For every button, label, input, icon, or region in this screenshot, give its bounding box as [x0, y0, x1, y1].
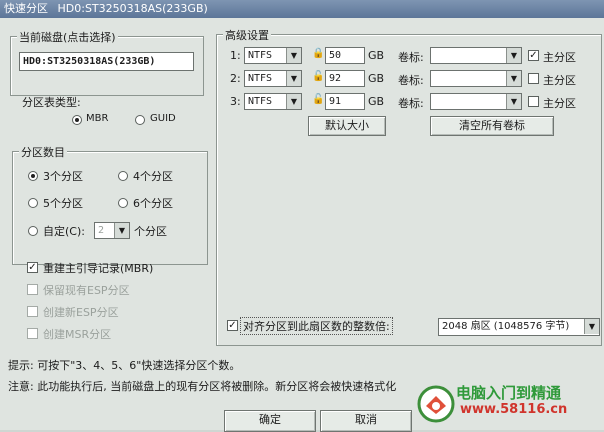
keep-esp-label: 保留现有ESP分区 [43, 284, 130, 297]
count-5-label: 5个分区 [43, 197, 83, 210]
current-disk-label: 当前磁盘(点击选择) [17, 29, 118, 45]
row-3-size-field[interactable]: 91 [325, 93, 365, 110]
row-2-fs-value: NTFS [248, 73, 273, 84]
row-3-volume-label: 卷标: [398, 97, 424, 110]
chevron-down-icon[interactable]: ▼ [506, 94, 521, 109]
row-1-index: 1: [230, 49, 241, 62]
row-1-fs-value: NTFS [248, 50, 273, 61]
row-1-primary-checkbox[interactable]: ✓ [528, 50, 539, 61]
row-1-size-field[interactable]: 50 [325, 47, 365, 64]
custom-count-value: 2 [98, 225, 105, 236]
row-2-index: 2: [230, 72, 241, 85]
title-bar: 快速分区 HD0:ST3250318AS(233GB) [0, 0, 604, 18]
align-combo[interactable]: 2048 扇区 (1048576 字节) ▼ [438, 318, 600, 336]
cancel-button[interactable]: 取消 [320, 410, 412, 432]
count-6-label: 6个分区 [133, 197, 173, 210]
count-5-radio[interactable] [28, 198, 38, 208]
rebuild-mbr-label: 重建主引导记录(MBR) [43, 262, 154, 275]
custom-count-radio[interactable] [28, 226, 38, 236]
create-esp-checkbox[interactable] [27, 306, 38, 317]
row-3-unit: GB [368, 95, 385, 108]
row-1-volume-label: 卷标: [398, 51, 424, 64]
chevron-down-icon[interactable]: ▼ [286, 94, 301, 109]
guid-radio[interactable] [135, 115, 145, 125]
row-1-unit: GB [368, 49, 385, 62]
partition-table-label: 分区表类型: [22, 96, 81, 109]
clear-labels-button[interactable]: 清空所有卷标 [430, 116, 554, 136]
row-1-primary-label: 主分区 [543, 51, 576, 64]
count-4-radio[interactable] [118, 171, 128, 181]
chevron-down-icon[interactable]: ▼ [286, 71, 301, 86]
disk-header: HD0:ST3250318AS(233GB) [57, 2, 208, 15]
watermark: 电脑入门到精通 www.58116.cn [414, 378, 604, 430]
watermark-name: 电脑入门到精通 [456, 384, 562, 402]
create-msr-checkbox[interactable] [27, 328, 38, 339]
row-2-primary-label: 主分区 [543, 74, 576, 87]
tip-text: 提示: 可按下"3、4、5、6"快速选择分区个数。 [8, 359, 241, 372]
default-size-button[interactable]: 默认大小 [308, 116, 386, 136]
row-2-size-field[interactable]: 92 [325, 70, 365, 87]
partition-count-group: 分区数目 [12, 144, 208, 265]
row-3-primary-checkbox[interactable] [528, 96, 539, 107]
row-3-fs-combo[interactable]: NTFS ▼ [244, 93, 302, 110]
advanced-settings-label: 高级设置 [223, 27, 271, 43]
create-msr-label: 创建MSR分区 [43, 328, 112, 341]
rebuild-mbr-checkbox[interactable]: ✓ [27, 262, 38, 273]
mbr-label: MBR [86, 113, 109, 124]
quick-partition-dialog: 当前磁盘(点击选择) HD0:ST3250318AS(233GB) 分区表类型:… [0, 18, 604, 432]
unlock-icon[interactable]: 🔓 [312, 94, 324, 106]
custom-count-suffix: 个分区 [134, 225, 167, 238]
chevron-down-icon[interactable]: ▼ [114, 223, 129, 238]
lock-icon[interactable]: 🔒 [312, 48, 324, 60]
row-1-volume-combo[interactable]: ▼ [430, 47, 522, 64]
guid-label: GUID [150, 113, 176, 124]
row-3-volume-combo[interactable]: ▼ [430, 93, 522, 110]
custom-count-label: 自定(C): [43, 225, 85, 238]
window-title: 快速分区 [4, 2, 48, 15]
row-3-index: 3: [230, 95, 241, 108]
mbr-radio[interactable] [72, 115, 82, 125]
chevron-down-icon[interactable]: ▼ [286, 48, 301, 63]
unlock-icon[interactable]: 🔓 [312, 71, 324, 83]
ok-button[interactable]: 确定 [224, 410, 316, 432]
row-2-primary-checkbox[interactable] [528, 73, 539, 84]
row-2-unit: GB [368, 72, 385, 85]
row-2-volume-combo[interactable]: ▼ [430, 70, 522, 87]
align-label: 对齐分区到此扇区数的整数倍: [240, 317, 393, 335]
current-disk-field[interactable]: HD0:ST3250318AS(233GB) [19, 52, 194, 71]
partition-count-label: 分区数目 [19, 144, 67, 160]
align-checkbox[interactable]: ✓ [227, 320, 238, 331]
row-2-fs-combo[interactable]: NTFS ▼ [244, 70, 302, 87]
count-6-radio[interactable] [118, 198, 128, 208]
count-3-radio[interactable] [28, 171, 38, 181]
chevron-down-icon[interactable]: ▼ [506, 48, 521, 63]
create-esp-label: 创建新ESP分区 [43, 306, 119, 319]
row-2-volume-label: 卷标: [398, 74, 424, 87]
count-4-label: 4个分区 [133, 170, 173, 183]
count-3-label: 3个分区 [43, 170, 83, 183]
row-3-fs-value: NTFS [248, 96, 273, 107]
chevron-down-icon[interactable]: ▼ [584, 319, 599, 334]
align-value: 2048 扇区 (1048576 字节) [442, 321, 570, 332]
watermark-url: www.58116.cn [460, 402, 568, 417]
row-1-fs-combo[interactable]: NTFS ▼ [244, 47, 302, 64]
warning-text: 注意: 此功能执行后, 当前磁盘上的现有分区将被删除。新分区将会被快速格式化 [8, 380, 397, 393]
custom-count-combo[interactable]: 2 ▼ [94, 222, 130, 239]
keep-esp-checkbox[interactable] [27, 284, 38, 295]
watermark-logo-icon [417, 385, 455, 423]
chevron-down-icon[interactable]: ▼ [506, 71, 521, 86]
row-3-primary-label: 主分区 [543, 97, 576, 110]
